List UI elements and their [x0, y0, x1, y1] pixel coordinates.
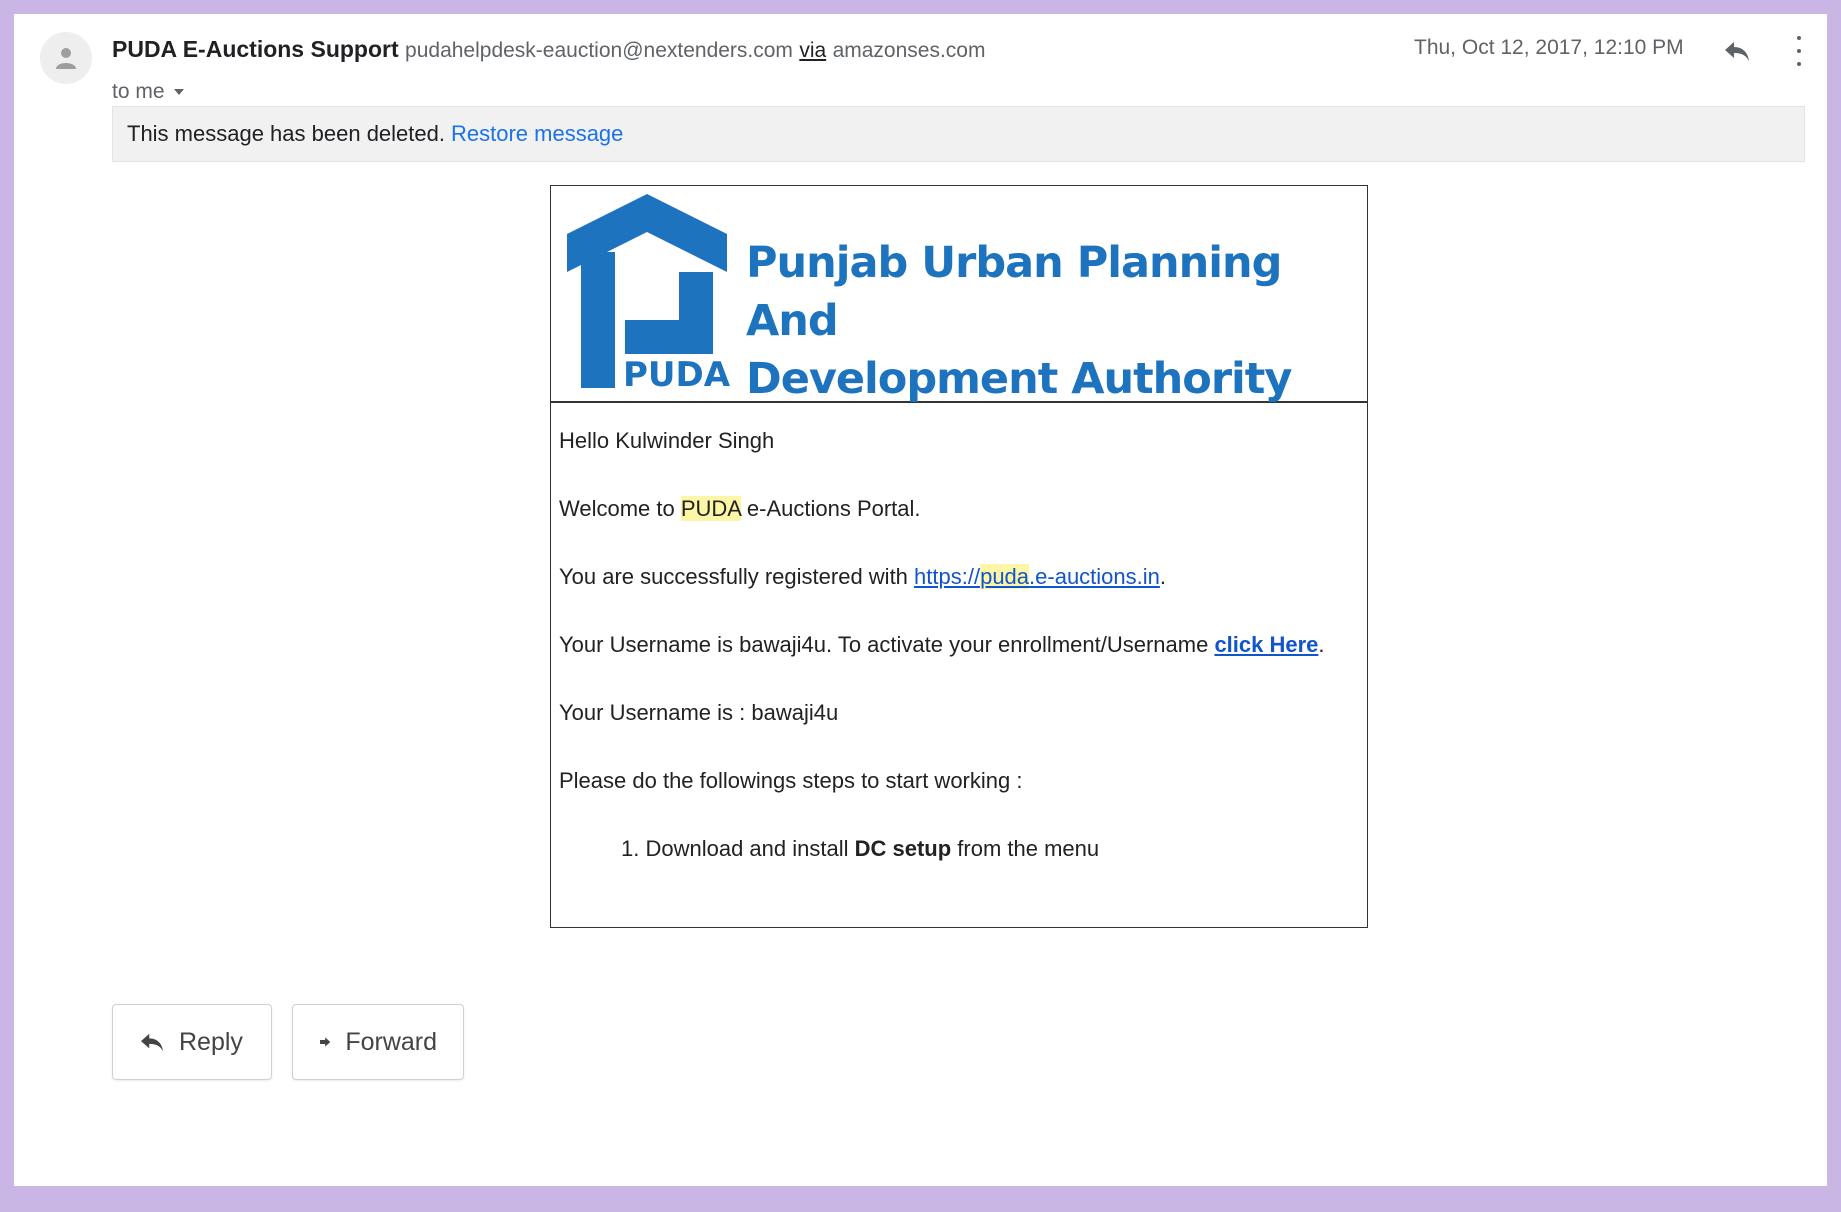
puda-header: PUDA Punjab Urban Planning And Developme… [551, 186, 1367, 404]
activate-link[interactable]: click Here [1214, 632, 1318, 657]
more-vertical-icon [1797, 36, 1801, 41]
puda-logo: PUDA [567, 194, 731, 394]
reply-arrow-icon [141, 1033, 163, 1052]
via-link[interactable]: via [799, 39, 826, 62]
message-date: Thu, Oct 12, 2017, 12:10 PM [1414, 36, 1684, 59]
forward-arrow-icon [320, 1037, 331, 1047]
greeting: Hello Kulwinder Singh [559, 428, 775, 453]
reply-arrow-icon [1725, 42, 1749, 61]
more-options-button[interactable] [1788, 32, 1810, 70]
reply-label: Reply [179, 1027, 243, 1056]
logo-text: PUDA [623, 355, 731, 394]
person-icon [56, 48, 76, 69]
deleted-notice: This message has been deleted. Restore m… [112, 106, 1805, 162]
forward-label: Forward [345, 1027, 437, 1056]
reply-button[interactable]: Reply [112, 1004, 272, 1080]
email-view: PUDA E-Auctions Support pudahelpdesk-eau… [14, 14, 1827, 1186]
sender-name: PUDA E-Auctions Support [112, 36, 399, 62]
email-body: PUDA Punjab Urban Planning And Developme… [550, 185, 1368, 928]
recipient-label: to me [112, 80, 165, 103]
welcome-line: Welcome to PUDA e-Auctions Portal. [559, 496, 921, 521]
forward-button[interactable]: Forward [292, 1004, 464, 1080]
header-reply-button[interactable] [1720, 34, 1754, 68]
via-host: amazonses.com [832, 39, 986, 62]
org-name: Punjab Urban Planning And Development Au… [746, 238, 1292, 404]
step-1: 1. Download and install DC setup from th… [621, 836, 1100, 861]
restore-message-link[interactable]: Restore message [451, 121, 623, 147]
username-line: Your Username is : bawaji4u [559, 700, 839, 725]
sender-email: pudahelpdesk-eauction@nextenders.com [405, 39, 793, 62]
activate-line: Your Username is bawaji4u. To activate y… [559, 632, 1325, 657]
deleted-notice-text: This message has been deleted. [127, 121, 445, 146]
sender-avatar [40, 32, 92, 84]
sender-line: PUDA E-Auctions Support pudahelpdesk-eau… [112, 36, 985, 63]
email-content: Hello Kulwinder Singh Welcome to PUDA e-… [559, 426, 1359, 902]
recipient-toggle[interactable]: to me [112, 80, 185, 104]
registered-line: You are successfully registered with htt… [559, 564, 1167, 589]
caret-down-icon [173, 89, 184, 95]
steps-intro: Please do the followings steps to start … [559, 768, 1023, 793]
portal-link[interactable]: https://puda.e-auctions.in [914, 564, 1160, 589]
